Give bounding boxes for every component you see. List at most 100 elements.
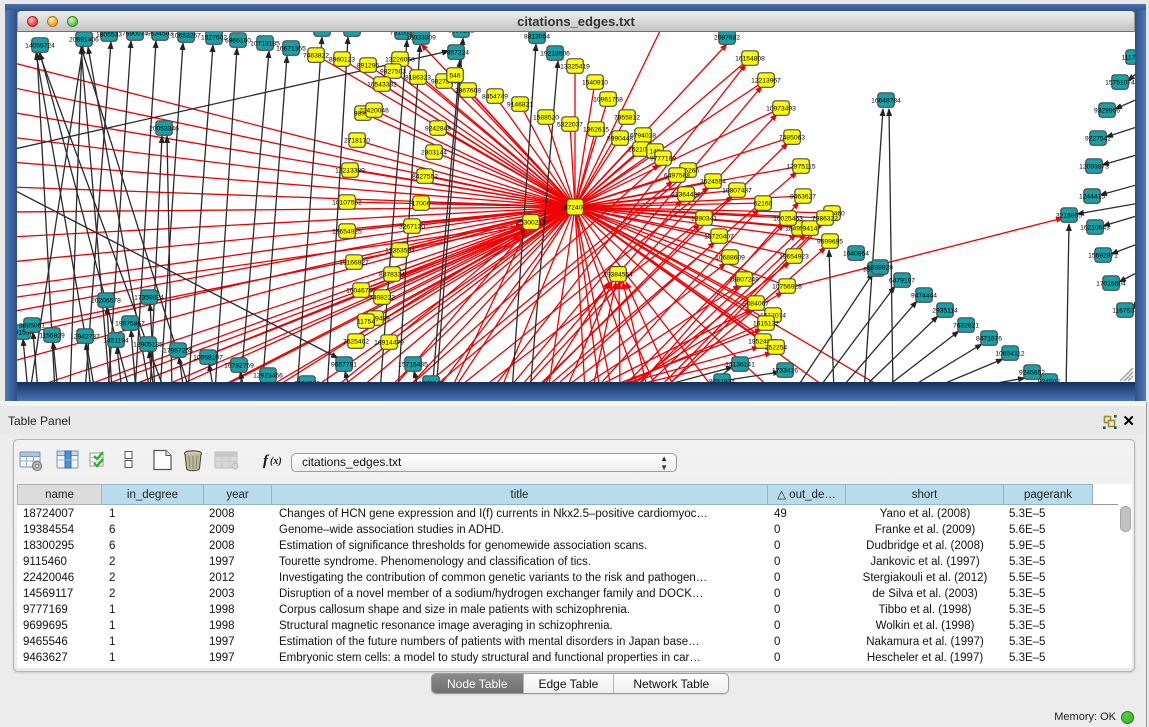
svg-text:1117453: 1117453 [1121,54,1135,61]
svg-text:6966160: 6966160 [225,37,251,44]
svg-text:8427552: 8427552 [412,173,438,180]
svg-text:2803144: 2803144 [421,149,447,156]
svg-text:10654112: 10654112 [995,350,1025,357]
svg-text:8960123: 8960123 [329,56,355,63]
svg-text:1167533: 1167533 [1112,307,1135,314]
svg-text:16154808: 16154808 [735,55,765,62]
svg-text:8875341: 8875341 [418,380,444,382]
svg-text:21364436: 21364436 [671,191,701,198]
svg-text:9084067: 9084067 [743,300,769,307]
svg-text:9634503: 9634503 [147,32,173,37]
svg-text:20206578: 20206578 [91,297,121,304]
svg-text:10025463: 10025463 [773,215,803,222]
svg-text:17006: 17006 [412,200,431,207]
svg-text:8131074: 8131074 [309,32,335,33]
svg-text:7955812: 7955812 [614,114,640,121]
svg-text:16033809: 16033809 [406,34,436,41]
svg-text:15751074: 15751074 [1105,79,1135,86]
svg-text:12213967: 12213967 [751,77,781,84]
svg-text:18724007: 18724007 [560,204,590,211]
svg-text:8471676: 8471676 [976,335,1002,342]
svg-text:1451194: 1451194 [103,337,129,344]
svg-text:1640954: 1640954 [843,250,869,257]
svg-text:2867608: 2867608 [455,87,481,94]
svg-text:16210643: 16210643 [1080,224,1110,231]
svg-text:15716485: 15716485 [398,361,428,368]
svg-text:13325419: 13325419 [560,63,590,70]
svg-text:17957255: 17957255 [163,347,193,354]
svg-text:12923466: 12923466 [253,372,283,379]
svg-text:19654923: 19654923 [779,253,809,260]
svg-text:17016504: 17016504 [1096,280,1126,287]
svg-text:891295: 891295 [357,62,380,69]
svg-text:14136141: 14136141 [725,361,755,368]
svg-text:9827503: 9827503 [380,68,406,75]
svg-text:16782759: 16782759 [224,362,254,369]
svg-text:3215955: 3215955 [1056,212,1082,219]
svg-text:10961758: 10961758 [593,96,623,103]
svg-text:7625402: 7625402 [343,338,369,345]
svg-text:1390341: 1390341 [691,215,717,222]
svg-text:6497568: 6497568 [664,172,690,179]
svg-text:13226058: 13226058 [385,56,415,63]
svg-text:7357224: 7357224 [443,49,469,56]
svg-text:9227542: 9227542 [1085,135,1111,142]
svg-text:15720407: 15720407 [704,233,734,240]
svg-text:9886201: 9886201 [448,32,474,34]
svg-text:252254: 252254 [765,344,788,351]
svg-text:9146821: 9146821 [507,101,533,108]
svg-text:1362615: 1362615 [583,126,609,133]
svg-text:10973493: 10973493 [766,105,796,112]
svg-text:9699695: 9699695 [817,238,843,245]
svg-text:16648784: 16648784 [871,97,901,104]
svg-text:17359924: 17359924 [134,294,164,301]
svg-text:f: f [263,453,270,469]
svg-text:18807249: 18807249 [729,276,759,283]
svg-text:20053346: 20053346 [149,125,179,132]
svg-text:25300213: 25300213 [516,219,546,226]
svg-text:3624554: 3624554 [700,178,726,185]
svg-text:9474444: 9474444 [911,292,937,299]
svg-text:10756928: 10756928 [772,283,802,290]
svg-text:1540910: 1540910 [582,79,608,86]
svg-text:7986322: 7986322 [812,215,838,222]
svg-text:1615132: 1615132 [753,320,779,327]
svg-text:924502: 924502 [1038,378,1061,382]
svg-text:9777169: 9777169 [650,155,676,162]
svg-text:19384554: 19384554 [603,271,633,278]
svg-text:19654925: 19654925 [332,228,362,235]
svg-text:12093873: 12093873 [1079,163,1109,170]
svg-text:9124502: 9124502 [294,380,320,382]
svg-text:19218506: 19218506 [540,50,570,57]
svg-text:12353594: 12353594 [385,247,415,254]
svg-text:3498222: 3498222 [369,294,395,301]
svg-text:7485063: 7485063 [779,134,805,141]
svg-text:1527602: 1527602 [201,34,227,41]
svg-text:3267130: 3267130 [399,223,425,230]
svg-text:16914479: 16914479 [374,339,404,346]
svg-text:12975115: 12975115 [786,163,816,170]
svg-text:10688609: 10688609 [715,254,745,261]
svg-text:9414: 9414 [803,225,818,232]
svg-text:11754: 11754 [357,318,375,325]
svg-text:8813054: 8813054 [524,33,550,40]
svg-text:8878334: 8878334 [379,271,405,278]
svg-text:19166827: 19166827 [339,259,369,266]
svg-text:14055724: 14055724 [25,42,55,49]
svg-text:12942737: 12942737 [70,333,100,340]
svg-text:1156829: 1156829 [39,332,65,339]
svg-text:7632621: 7632621 [953,322,979,329]
svg-text:6479197: 6479197 [889,277,915,284]
svg-text:9463627: 9463627 [790,193,816,200]
svg-text:7463822: 7463822 [303,52,329,59]
svg-text:16046756: 16046756 [346,287,376,294]
svg-text:16671355: 16671355 [276,45,306,52]
svg-text:546: 546 [449,72,460,79]
svg-text:12213389: 12213389 [335,167,365,174]
svg-text:12905135: 12905135 [133,341,163,348]
svg-text:9242848: 9242848 [425,125,451,132]
svg-text:16543382: 16543382 [367,81,397,88]
svg-text:2935114: 2935114 [932,307,958,314]
svg-text:5938928: 5938928 [867,264,893,271]
svg-text:1588520: 1588520 [533,114,559,121]
